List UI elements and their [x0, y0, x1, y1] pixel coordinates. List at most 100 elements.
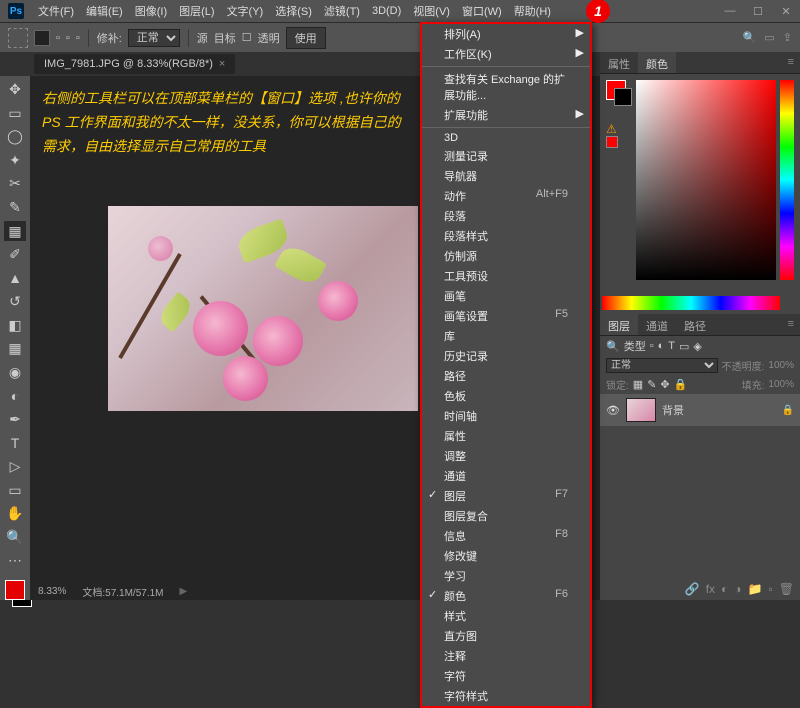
visibility-icon[interactable]: 👁	[606, 404, 620, 417]
wand-tool[interactable]: ✦	[4, 151, 26, 171]
maximize-icon[interactable]: ☐	[744, 5, 772, 18]
workspace-icon[interactable]: ▭	[764, 31, 774, 44]
new-layer-icon[interactable]: ▫	[769, 582, 773, 596]
blur-tool[interactable]: ◉	[4, 363, 26, 383]
share-icon[interactable]: ⇪	[783, 31, 792, 44]
layer-thumbnail[interactable]	[626, 398, 656, 422]
close-icon[interactable]: ✕	[772, 5, 800, 18]
lasso-tool[interactable]: ◯	[4, 127, 26, 147]
brush-tool[interactable]: ✐	[4, 245, 26, 265]
filter-shape-icon[interactable]: ▭	[679, 340, 689, 353]
menu-item[interactable]: 工作区(K)▶	[422, 44, 590, 64]
opt-icon[interactable]	[34, 30, 50, 46]
spectrum-bar[interactable]	[602, 296, 780, 310]
color-swatches[interactable]	[5, 580, 25, 600]
menu-item[interactable]: 字符样式	[422, 686, 590, 706]
patch-tool[interactable]: ▦	[4, 221, 26, 241]
tab-color[interactable]: 颜色	[638, 52, 676, 73]
shape-tool[interactable]: ▭	[4, 480, 26, 500]
opt-icon[interactable]: ▫	[66, 32, 70, 44]
menu-item[interactable]: 画笔	[422, 286, 590, 306]
menu-type[interactable]: 文字(Y)	[221, 3, 270, 19]
lock-icon[interactable]: 🔒	[782, 405, 794, 416]
status-arrow-icon[interactable]: ▶	[180, 586, 188, 597]
zoom-level[interactable]: 8.33%	[38, 586, 66, 597]
menu-item[interactable]: 导航器	[422, 166, 590, 186]
layer-row[interactable]: 👁 背景 🔒	[600, 394, 800, 426]
panel-menu-icon[interactable]: ≡	[782, 314, 800, 335]
menu-item[interactable]: 工具预设	[422, 266, 590, 286]
zoom-tool[interactable]: 🔍	[4, 527, 26, 547]
menu-item[interactable]: 属性	[422, 426, 590, 446]
opt-icon[interactable]: ▫	[76, 32, 80, 44]
menu-item[interactable]: 学习	[422, 566, 590, 586]
websafe-swatch[interactable]	[606, 136, 618, 148]
filter-smart-icon[interactable]: ◈	[693, 340, 701, 353]
saturation-value-picker[interactable]	[636, 80, 776, 280]
menu-view[interactable]: 视图(V)	[407, 3, 456, 19]
menu-item[interactable]: 历史记录	[422, 346, 590, 366]
trash-icon[interactable]: 🗑	[779, 582, 794, 596]
lock-all-icon[interactable]: 🔒	[674, 378, 688, 391]
opt-icon[interactable]: ▫	[56, 32, 60, 44]
menu-window[interactable]: 窗口(W)	[456, 3, 508, 19]
menu-item[interactable]: 3D	[422, 130, 590, 146]
marquee-tool[interactable]: ▭	[4, 104, 26, 124]
menu-item[interactable]: 段落	[422, 206, 590, 226]
filter-text-icon[interactable]: T	[668, 340, 675, 352]
menu-item[interactable]: 路径	[422, 366, 590, 386]
menu-item[interactable]: 排列(A)▶	[422, 24, 590, 44]
trans-chk[interactable]: ☐	[242, 31, 252, 44]
menu-select[interactable]: 选择(S)	[269, 3, 318, 19]
history-brush-tool[interactable]: ↺	[4, 292, 26, 312]
gamut-warning-icon[interactable]: ⚠	[606, 122, 617, 136]
current-tool-icon[interactable]	[8, 28, 28, 48]
tab-close-icon[interactable]: ×	[219, 58, 225, 70]
layer-name[interactable]: 背景	[662, 402, 684, 418]
lock-trans-icon[interactable]: ▦	[633, 378, 643, 391]
filter-pixel-icon[interactable]: ▫	[650, 340, 654, 352]
link-icon[interactable]: 🔗	[685, 582, 700, 596]
opacity-value[interactable]: 100%	[768, 360, 794, 371]
hand-tool[interactable]: ✋	[4, 504, 26, 524]
menu-item[interactable]: 信息F8	[422, 526, 590, 546]
menu-item[interactable]: 图层复合	[422, 506, 590, 526]
menu-image[interactable]: 图像(I)	[129, 3, 173, 19]
panel-menu-icon[interactable]: ≡	[782, 52, 800, 73]
filter-adj-icon[interactable]: ◐	[658, 340, 665, 352]
menu-item[interactable]: 字符	[422, 666, 590, 686]
fill-value[interactable]: 100%	[768, 379, 794, 390]
menu-filter[interactable]: 滤镜(T)	[318, 3, 366, 19]
eraser-tool[interactable]: ◧	[4, 315, 26, 335]
menu-file[interactable]: 文件(F)	[32, 3, 80, 19]
stamp-tool[interactable]: ▲	[4, 268, 26, 288]
mask-icon[interactable]: ◐	[721, 582, 728, 596]
minimize-icon[interactable]: —	[716, 5, 744, 18]
dst-btn[interactable]: 目标	[214, 30, 236, 46]
tab-channels[interactable]: 通道	[638, 314, 676, 335]
menu-item[interactable]: 查找有关 Exchange 的扩展功能...	[422, 69, 590, 105]
menu-item[interactable]: 调整	[422, 446, 590, 466]
fx-icon[interactable]: fx	[706, 582, 715, 596]
blend-mode-select[interactable]: 正常	[606, 358, 718, 373]
menu-item[interactable]: 画笔设置F5	[422, 306, 590, 326]
dodge-tool[interactable]: ◐	[4, 386, 26, 406]
lock-pos-icon[interactable]: ✥	[660, 378, 669, 391]
menu-3d[interactable]: 3D(D)	[366, 5, 407, 17]
menu-item[interactable]: 注释	[422, 646, 590, 666]
tab-properties[interactable]: 属性	[600, 52, 638, 73]
menu-item[interactable]: 测量记录	[422, 146, 590, 166]
tab-layers[interactable]: 图层	[600, 314, 638, 335]
search-icon[interactable]: 🔍	[743, 31, 757, 44]
lock-pixel-icon[interactable]: ✎	[647, 378, 656, 391]
hue-slider[interactable]	[780, 80, 794, 280]
gradient-tool[interactable]: ▦	[4, 339, 26, 359]
type-tool[interactable]: T	[4, 433, 26, 453]
menu-item[interactable]: 通道	[422, 466, 590, 486]
menu-item[interactable]: 动作Alt+F9	[422, 186, 590, 206]
mode-select[interactable]: 正常	[128, 29, 180, 47]
menu-help[interactable]: 帮助(H)	[508, 3, 557, 19]
menu-item[interactable]: 修改键	[422, 546, 590, 566]
edit-toolbar[interactable]: ⋯	[4, 551, 26, 571]
tab-paths[interactable]: 路径	[676, 314, 714, 335]
